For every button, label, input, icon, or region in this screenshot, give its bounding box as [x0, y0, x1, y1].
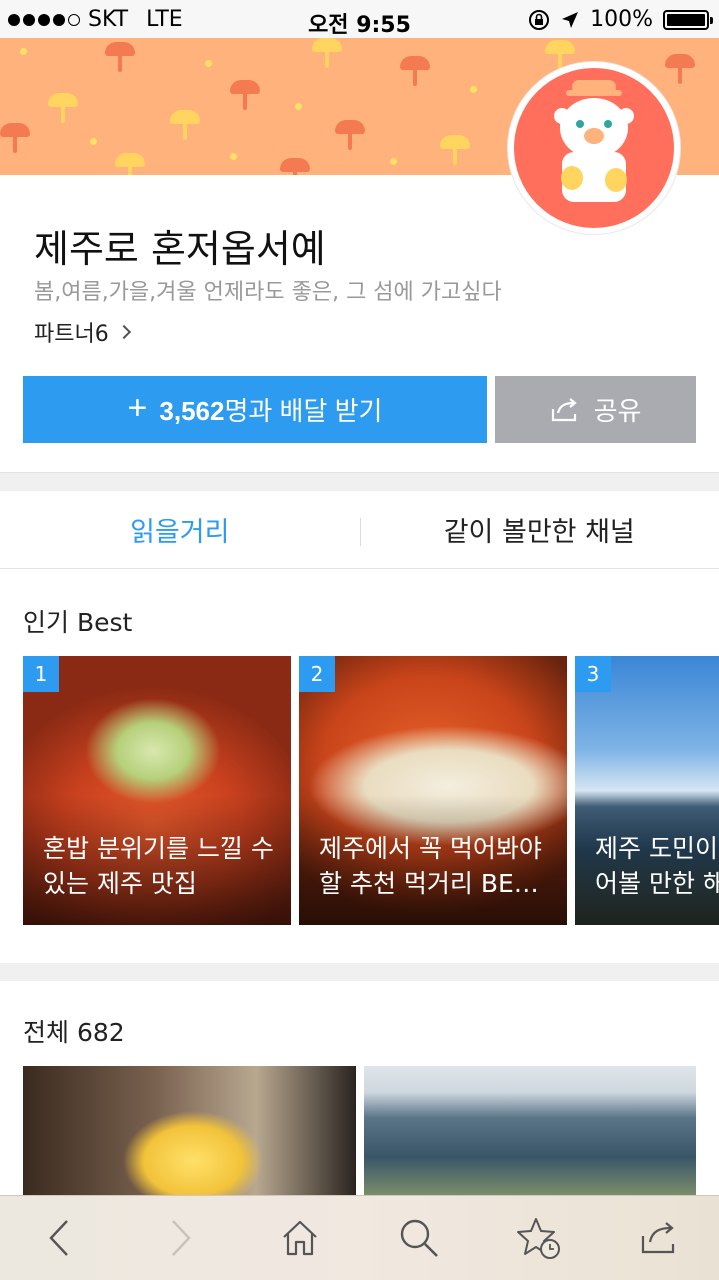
search-icon — [401, 1219, 439, 1257]
partner-link[interactable]: 파트너6 — [34, 316, 131, 348]
share-arrow-icon — [551, 397, 577, 421]
best-carousel[interactable]: 1 혼밥 분위기를 느낄 수 있는 제주 맛집 2 제주에서 꼭 먹어봐야 할 … — [23, 656, 719, 925]
back-button[interactable] — [25, 1203, 95, 1273]
post-thumbnail[interactable] — [23, 1066, 356, 1196]
plus-icon: + — [127, 388, 148, 427]
rank-badge: 1 — [23, 656, 59, 692]
home-button[interactable] — [265, 1203, 335, 1273]
subscriber-count: 3,562 — [159, 396, 225, 426]
home-icon — [282, 1220, 317, 1256]
card-title: 제주에서 꼭 먹어봐야 할 추천 먹거리 BE… — [319, 834, 542, 898]
battery-icon — [663, 9, 713, 30]
all-posts-grid — [23, 1066, 696, 1196]
share-toolbar-button[interactable] — [624, 1203, 694, 1273]
location-arrow-icon — [562, 11, 579, 28]
subscribe-button[interactable]: + 3,562명과 배달 받기 — [23, 376, 487, 443]
channel-title: 제주로 혼저옵서예 — [34, 227, 326, 271]
card-title: 혼밥 분위기를 느낄 수 있는 제주 맛집 — [43, 834, 274, 898]
status-right: 100% — [528, 7, 713, 32]
tab-divider — [360, 518, 361, 546]
best-card[interactable]: 1 혼밥 분위기를 느낄 수 있는 제주 맛집 — [23, 656, 291, 925]
forward-icon — [171, 1220, 191, 1256]
tab-reading[interactable]: 읽을거리 — [0, 491, 360, 568]
rank-badge: 3 — [575, 656, 611, 692]
best-card[interactable]: 3 제주 도민이 어볼 만한 해 — [575, 656, 719, 925]
battery-percent: 100% — [590, 7, 653, 32]
bear-mascot-icon — [554, 80, 634, 202]
status-bar: SKT LTE 오전 9:55 100% — [0, 0, 719, 38]
section-divider — [0, 963, 719, 981]
forward-button[interactable] — [145, 1203, 215, 1273]
tab-related-channels[interactable]: 같이 볼만한 채널 — [360, 491, 719, 568]
bookmark-star-icon — [517, 1218, 561, 1259]
subscribe-label: 명과 배달 받기 — [224, 396, 383, 426]
rotation-lock-icon — [529, 9, 550, 30]
all-section-title: 전체 682 — [23, 1018, 125, 1047]
share-icon — [641, 1222, 675, 1254]
post-thumbnail[interactable] — [364, 1066, 696, 1196]
share-button[interactable]: 공유 — [495, 376, 696, 443]
back-icon — [49, 1220, 68, 1256]
share-label: 공유 — [593, 397, 642, 427]
best-section-title: 인기 Best — [23, 608, 133, 637]
section-divider — [0, 472, 719, 491]
bookmark-button[interactable] — [504, 1203, 574, 1273]
rank-badge: 2 — [299, 656, 335, 692]
browser-toolbar — [0, 1195, 719, 1280]
channel-description: 봄,여름,가을,겨울 언제라도 좋은, 그 섬에 가고싶다 — [34, 280, 502, 305]
search-button[interactable] — [384, 1203, 454, 1273]
channel-avatar[interactable] — [508, 62, 680, 234]
card-title: 제주 도민이 어볼 만한 해 — [595, 834, 719, 898]
best-card[interactable]: 2 제주에서 꼭 먹어봐야 할 추천 먹거리 BE… — [299, 656, 567, 925]
chevron-right-icon — [116, 324, 131, 340]
partner-label: 파트너6 — [34, 322, 109, 347]
